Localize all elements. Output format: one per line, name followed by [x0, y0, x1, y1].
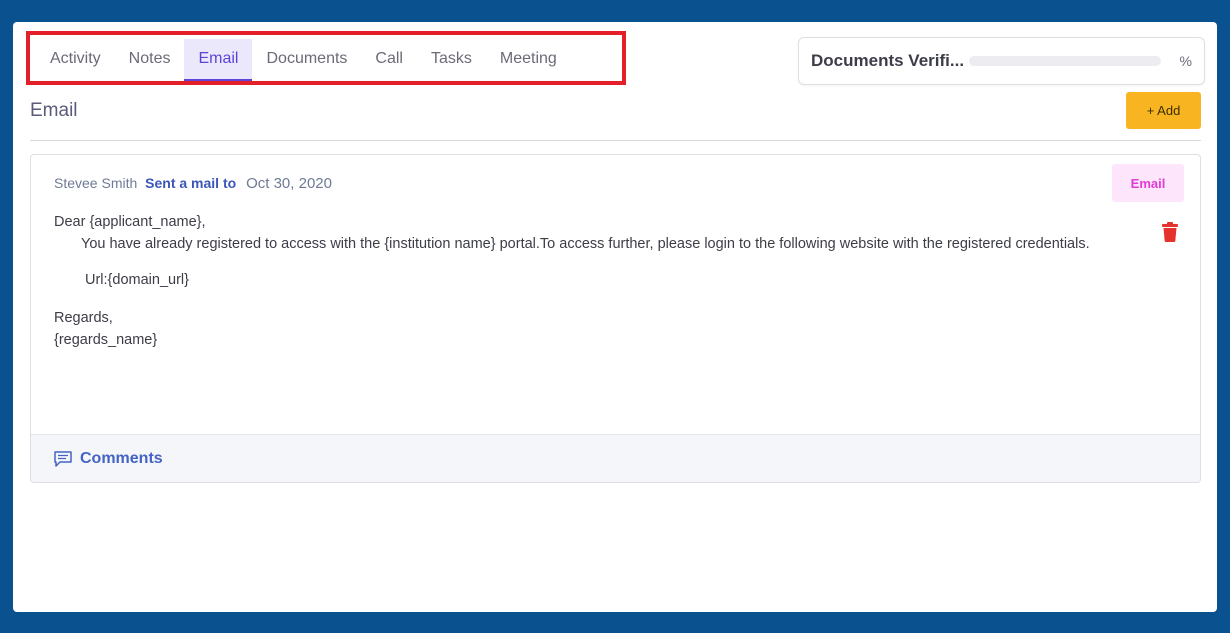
- email-regards-name: {regards_name}: [54, 332, 158, 348]
- email-body: Dear {applicant_name}, You have already …: [54, 211, 1094, 351]
- email-url-line: Url:{domain_url}: [85, 272, 189, 288]
- comment-icon: [54, 450, 72, 467]
- email-date: Oct 30, 2020: [246, 175, 332, 192]
- trash-icon[interactable]: [1162, 222, 1178, 242]
- tab-call[interactable]: Call: [361, 39, 417, 81]
- email-action: Sent a mail to: [145, 175, 237, 191]
- add-button[interactable]: + Add: [1126, 92, 1201, 129]
- tab-email[interactable]: Email: [184, 39, 253, 81]
- email-regards: Regards,: [54, 310, 113, 326]
- verification-percent: %: [1179, 53, 1192, 69]
- tab-notes[interactable]: Notes: [115, 39, 185, 81]
- comments-button[interactable]: Comments: [31, 434, 1200, 482]
- tab-bar: Activity Notes Email Documents Call Task…: [36, 39, 571, 81]
- tab-tasks[interactable]: Tasks: [417, 39, 486, 81]
- tab-meeting[interactable]: Meeting: [486, 39, 571, 81]
- email-author: Stevee Smith: [54, 175, 138, 191]
- email-card: Stevee Smith Sent a mail to Oct 30, 2020…: [30, 154, 1201, 483]
- email-type-badge: Email: [1112, 164, 1184, 202]
- email-meta: Stevee Smith Sent a mail to Oct 30, 2020: [54, 175, 332, 192]
- section-divider: [30, 140, 1201, 141]
- documents-verification-widget: Documents Verifi... %: [798, 37, 1205, 85]
- comments-label: Comments: [80, 449, 163, 467]
- verification-progress-bar: [969, 56, 1161, 66]
- email-line: You have already registered to access wi…: [81, 236, 1090, 252]
- verification-title: Documents Verifi...: [811, 51, 965, 70]
- activity-panel: Activity Notes Email Documents Call Task…: [13, 22, 1217, 612]
- tab-documents[interactable]: Documents: [252, 39, 361, 81]
- email-greeting: Dear {applicant_name},: [54, 214, 206, 230]
- tab-activity[interactable]: Activity: [36, 39, 115, 81]
- section-title: Email: [30, 100, 78, 121]
